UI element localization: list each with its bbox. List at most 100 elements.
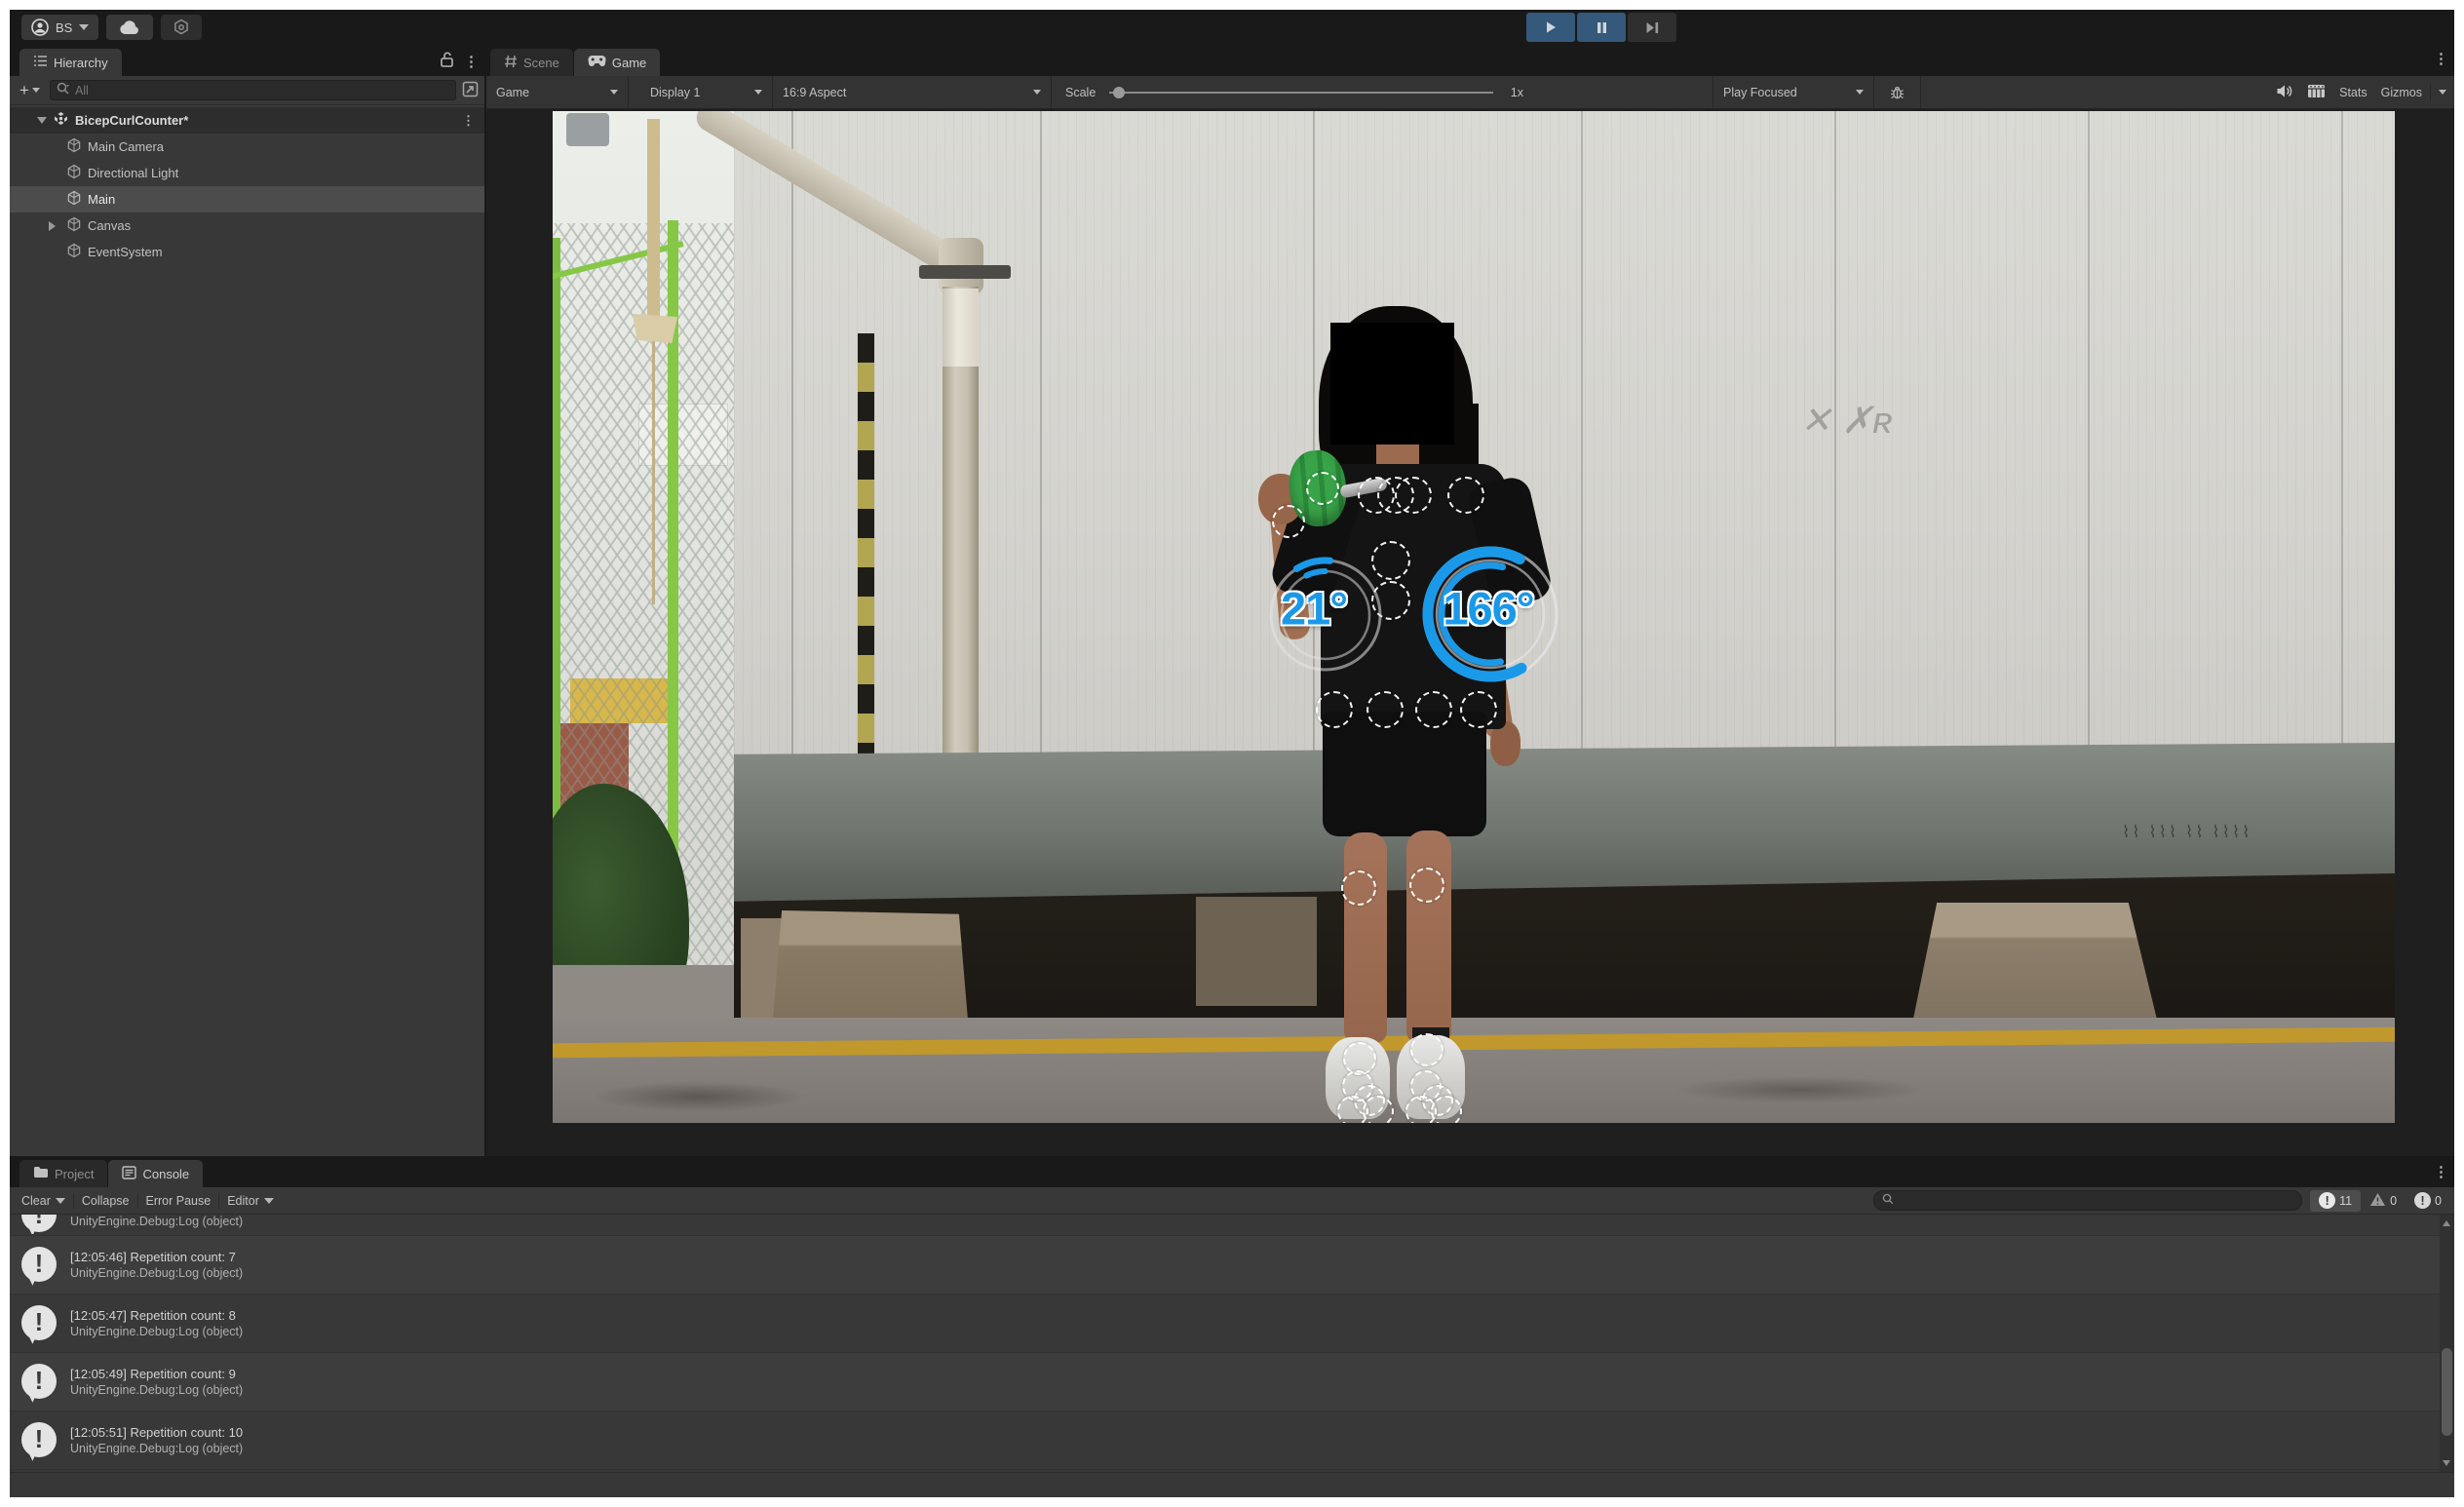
console-search-input[interactable]: [1900, 1193, 2294, 1208]
gear-hexagon-icon: [173, 19, 190, 36]
hierarchy-menu-icon[interactable]: ⋮: [464, 55, 479, 69]
tab-project[interactable]: Project: [19, 1160, 108, 1187]
pose-landmark: [1409, 868, 1444, 903]
hierarchy-search-input[interactable]: [74, 83, 449, 97]
hierarchy-item-eventsystem[interactable]: EventSystem: [10, 239, 484, 265]
console-log-list[interactable]: ! UnityEngine.Debug:Log (object) ! [12:0…: [10, 1215, 2454, 1472]
pick-window-icon[interactable]: [462, 81, 479, 100]
scroll-down-arrow[interactable]: [2443, 1460, 2450, 1466]
wall-seam: [1040, 111, 1042, 793]
game-tab-label: Game: [611, 55, 647, 70]
pose-landmark: [1341, 870, 1376, 906]
warning-icon: [2369, 1192, 2386, 1210]
skirt-scribble: ⌇⌇ ⌇⌇⌇ ⌇⌇ ⌇⌇⌇⌇: [2122, 823, 2252, 841]
gameobject-cube-icon: [66, 216, 82, 235]
tape-flag: [633, 314, 677, 343]
error-icon: !: [2414, 1192, 2432, 1209]
pose-landmark: [1306, 472, 1339, 505]
log-entry[interactable]: ! [12:05:47] Repetition count: 8 UnityEn…: [10, 1294, 2454, 1353]
pose-landmark: [1395, 477, 1432, 514]
security-camera: [566, 113, 609, 146]
tab-console[interactable]: Console: [108, 1160, 204, 1187]
pose-landmark: [1447, 477, 1484, 514]
concrete-block-right: [1912, 903, 2158, 1024]
game-viewport[interactable]: ✕ ✗ʀ ⌇⌇ ⌇⌇⌇ ⌇⌇ ⌇⌇⌇⌇ 21° 166°: [486, 109, 2454, 1156]
game-toolbar: Game Display 1 16:9 Aspect Scale 1x Play…: [486, 76, 2454, 109]
log-entry[interactable]: ! [12:05:49] Repetition count: 9 UnityEn…: [10, 1353, 2454, 1411]
display-target-dropdown[interactable]: Game: [486, 76, 629, 108]
display-dropdown[interactable]: Display 1: [629, 76, 773, 108]
console-menu-icon[interactable]: ⋮: [2434, 1165, 2448, 1179]
settings-button[interactable]: [161, 15, 203, 40]
log-entry-partial[interactable]: ! UnityEngine.Debug:Log (object): [10, 1215, 2454, 1236]
search-icon: [57, 82, 70, 98]
left-leg: [1344, 832, 1387, 1043]
stats-button[interactable]: Stats: [2339, 86, 2368, 99]
hierarchy-tree: BicepCurlCounter* ⋮ Main Camera Directio…: [10, 105, 484, 1156]
error-count-toggle[interactable]: ! 0: [2406, 1190, 2450, 1212]
game-menu-icon[interactable]: ⋮: [2434, 52, 2448, 66]
scroll-up-arrow[interactable]: [2443, 1220, 2450, 1226]
cloud-button[interactable]: [106, 15, 154, 40]
chevron-down-icon[interactable]: [55, 1197, 65, 1204]
log-entry[interactable]: ! [12:05:46] Repetition count: 7 UnityEn…: [10, 1236, 2454, 1294]
hierarchy-item-canvas[interactable]: Canvas: [10, 213, 484, 239]
warning-count-toggle[interactable]: 0: [2361, 1190, 2406, 1212]
scene-menu-icon[interactable]: ⋮: [462, 113, 475, 129]
pose-landmark: [1431, 1096, 1462, 1123]
pause-button[interactable]: [1577, 13, 1626, 42]
item-label: Canvas: [88, 218, 132, 233]
gizmos-dropdown[interactable]: Gizmos: [2381, 84, 2446, 100]
scale-slider[interactable]: [1109, 86, 1493, 98]
play-button[interactable]: [1526, 13, 1575, 42]
wall-seam: [2088, 111, 2090, 793]
item-label: Main Camera: [88, 139, 165, 154]
console-toolbar: Clear Collapse Error Pause Editor ! 11 0…: [10, 1187, 2454, 1215]
game-tab-strip: Scene Game ⋮: [486, 45, 2454, 76]
item-label: EventSystem: [88, 245, 163, 259]
error-pause-button[interactable]: Error Pause: [138, 1187, 219, 1214]
scrollbar-thumb[interactable]: [2442, 1348, 2452, 1437]
collapse-button[interactable]: Collapse: [74, 1187, 137, 1214]
tab-scene[interactable]: Scene: [490, 49, 573, 76]
tab-game[interactable]: Game: [573, 49, 661, 76]
left-elbow-angle: 21°: [1280, 582, 1348, 635]
hierarchy-tab-label: Hierarchy: [54, 55, 108, 70]
console-search[interactable]: [1873, 1190, 2303, 1211]
scale-slider-thumb[interactable]: [1113, 86, 1126, 98]
collapse-arrow-icon[interactable]: [37, 117, 47, 124]
editor-dropdown[interactable]: Editor: [219, 1187, 282, 1214]
scene-row[interactable]: BicepCurlCounter* ⋮: [10, 107, 484, 134]
add-object-button[interactable]: +: [16, 81, 44, 100]
striped-pole: [858, 333, 874, 754]
item-label: Directional Light: [88, 166, 179, 180]
console-icon: [122, 1165, 137, 1182]
avatar-icon: [31, 19, 49, 36]
mute-audio-icon[interactable]: [2276, 84, 2293, 101]
clear-button[interactable]: Clear: [14, 1187, 73, 1214]
expand-arrow-icon[interactable]: [49, 220, 56, 231]
gameobject-cube-icon: [66, 164, 82, 182]
wall-graffiti: ✕ ✗ʀ: [1800, 401, 1893, 442]
info-count-toggle[interactable]: ! 11: [2310, 1189, 2362, 1212]
account-button[interactable]: BS: [21, 15, 99, 40]
log-entry[interactable]: ! [12:05:51] Repetition count: 10 UnityE…: [10, 1411, 2454, 1470]
step-button[interactable]: [1628, 13, 1676, 42]
tape-line: [652, 341, 655, 604]
gamepad-icon: [588, 55, 606, 70]
hierarchy-search[interactable]: [49, 80, 456, 100]
face-privacy-box: [1330, 323, 1454, 444]
ground-stain: [592, 1081, 806, 1112]
wall-seam: [1834, 111, 1836, 793]
console-scrollbar[interactable]: [2440, 1215, 2454, 1472]
unlock-icon[interactable]: [440, 52, 454, 71]
hierarchy-item-directional-light[interactable]: Directional Light: [10, 160, 484, 186]
scene-name: BicepCurlCounter*: [75, 113, 189, 128]
tab-hierarchy[interactable]: Hierarchy: [19, 49, 122, 76]
hierarchy-item-main-camera[interactable]: Main Camera: [10, 134, 484, 160]
play-focused-dropdown[interactable]: Play Focused: [1713, 76, 1874, 108]
vsync-grid-icon[interactable]: [2307, 84, 2326, 101]
hierarchy-item-main[interactable]: Main: [10, 186, 484, 213]
debug-bug-icon[interactable]: [1874, 76, 1921, 108]
aspect-dropdown[interactable]: 16:9 Aspect: [773, 76, 1052, 108]
